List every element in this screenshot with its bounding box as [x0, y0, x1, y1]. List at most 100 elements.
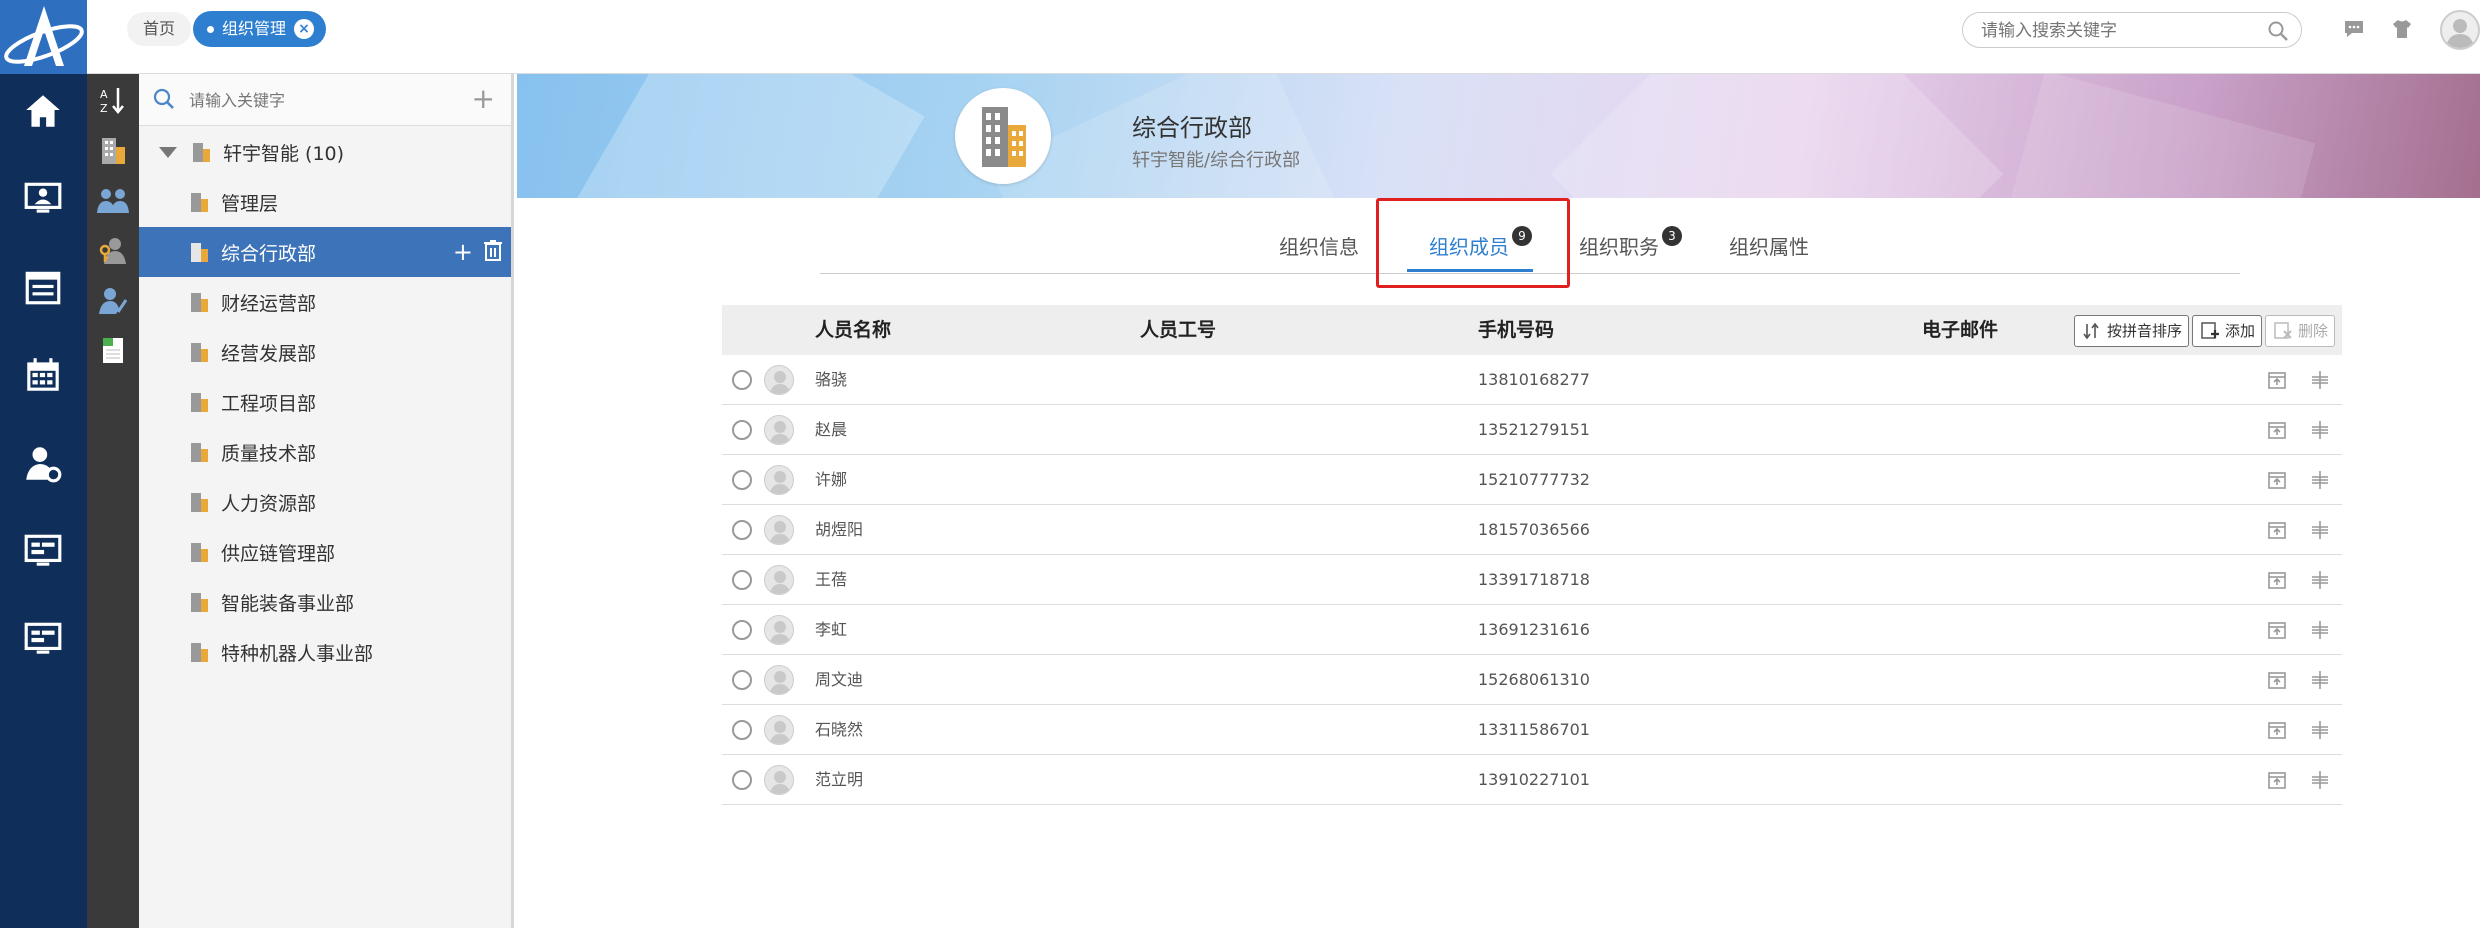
- transfer-icon[interactable]: [2266, 469, 2288, 491]
- transfer-icon[interactable]: [2266, 619, 2288, 641]
- tab-org-info[interactable]: 组织信息: [1279, 226, 1359, 274]
- tree-node[interactable]: 质量技术部: [139, 427, 511, 477]
- sort-pinyin-button[interactable]: 按拼音排序: [2074, 315, 2190, 347]
- tree-node[interactable]: 智能装备事业部: [139, 577, 511, 627]
- table-row[interactable]: 范立明 13910227101: [722, 755, 2342, 805]
- user-settings-icon[interactable]: [18, 440, 68, 486]
- tree-node-label: 经营发展部: [221, 342, 317, 365]
- transfer-icon[interactable]: [2266, 569, 2288, 591]
- tree-node[interactable]: 供应链管理部: [139, 527, 511, 577]
- calendar-icon[interactable]: [18, 352, 68, 398]
- drag-handle-icon[interactable]: [2309, 719, 2331, 741]
- tree-node-label: 财经运营部: [221, 292, 317, 315]
- schedule-list-icon[interactable]: [18, 264, 68, 310]
- monitor-report-icon[interactable]: [18, 616, 68, 662]
- avatar: [764, 715, 794, 745]
- user-avatar[interactable]: [2440, 10, 2480, 50]
- row-select-radio[interactable]: [732, 720, 752, 740]
- table-row[interactable]: 李虹 13691231616: [722, 605, 2342, 655]
- search-icon[interactable]: [151, 86, 177, 112]
- add-org-button[interactable]: +: [472, 84, 495, 114]
- transfer-icon[interactable]: [2266, 719, 2288, 741]
- tree-node[interactable]: 人力资源部: [139, 477, 511, 527]
- row-select-radio[interactable]: [732, 520, 752, 540]
- member-name: 范立明: [815, 770, 864, 789]
- transfer-icon[interactable]: [2266, 519, 2288, 541]
- user-key-icon[interactable]: [93, 230, 133, 270]
- tree-node-label: 人力资源部: [221, 492, 317, 515]
- user-screen-icon[interactable]: [18, 176, 68, 222]
- table-row[interactable]: 石晓然 13311586701: [722, 705, 2342, 755]
- tab-org-management[interactable]: 组织管理 ×: [193, 11, 327, 47]
- tree-search-input[interactable]: [189, 88, 459, 112]
- members-table-header: 人员名称 人员工号 手机号码 电子邮件 按拼音排序 添加 删除: [722, 305, 2342, 355]
- member-phone: 13691231616: [1478, 620, 1590, 639]
- row-select-radio[interactable]: [732, 420, 752, 440]
- row-select-radio[interactable]: [732, 770, 752, 790]
- table-row[interactable]: 骆骁 13810168277: [722, 355, 2342, 405]
- tree-node[interactable]: 综合行政部 +: [139, 227, 511, 277]
- member-name: 赵晨: [815, 420, 848, 439]
- tree-node[interactable]: 工程项目部: [139, 377, 511, 427]
- table-row[interactable]: 赵晨 13521279151: [722, 405, 2342, 455]
- skin-shirt-icon[interactable]: [2387, 14, 2417, 44]
- drag-handle-icon[interactable]: [2309, 519, 2331, 541]
- avatar: [764, 665, 794, 695]
- table-row[interactable]: 胡煜阳 18157036566: [722, 505, 2342, 555]
- tree-node[interactable]: 管理层: [139, 177, 511, 227]
- home-icon[interactable]: [18, 88, 68, 134]
- spreadsheet-icon[interactable]: [93, 330, 133, 370]
- row-select-radio[interactable]: [732, 470, 752, 490]
- tree-node[interactable]: 经营发展部: [139, 327, 511, 377]
- add-child-button[interactable]: +: [453, 239, 473, 266]
- member-name: 李虹: [815, 620, 848, 639]
- tree-node[interactable]: 财经运营部: [139, 277, 511, 327]
- building-icon: [191, 493, 208, 512]
- building-icon[interactable]: [93, 130, 133, 170]
- member-name: 王蓓: [815, 570, 848, 589]
- drag-handle-icon[interactable]: [2309, 669, 2331, 691]
- drag-handle-icon[interactable]: [2309, 619, 2331, 641]
- drag-handle-icon[interactable]: [2309, 419, 2331, 441]
- table-row[interactable]: 周文迪 15268061310: [722, 655, 2342, 705]
- transfer-icon[interactable]: [2266, 669, 2288, 691]
- user-edit-icon[interactable]: [93, 280, 133, 320]
- transfer-icon[interactable]: [2266, 769, 2288, 791]
- caret-down-icon[interactable]: [159, 146, 177, 158]
- search-icon[interactable]: [2267, 20, 2289, 42]
- global-search-input[interactable]: [1981, 20, 2261, 42]
- tree-node-label: 智能装备事业部: [221, 592, 355, 615]
- monitor-dashboard-icon[interactable]: [18, 528, 68, 574]
- add-member-button[interactable]: 添加: [2192, 315, 2263, 347]
- sort-az-icon[interactable]: AZ: [93, 80, 133, 120]
- group-users-icon[interactable]: [93, 180, 133, 220]
- tree-node[interactable]: 特种机器人事业部: [139, 627, 511, 677]
- drag-handle-icon[interactable]: [2309, 569, 2331, 591]
- row-select-radio[interactable]: [732, 570, 752, 590]
- transfer-icon[interactable]: [2266, 419, 2288, 441]
- building-icon: [191, 343, 208, 362]
- drag-handle-icon[interactable]: [2309, 469, 2331, 491]
- tree-root-node[interactable]: 轩宇智能 (10): [139, 127, 511, 177]
- row-select-radio[interactable]: [732, 620, 752, 640]
- drag-handle-icon[interactable]: [2309, 369, 2331, 391]
- drag-handle-icon[interactable]: [2309, 769, 2331, 791]
- tab-org-attributes[interactable]: 组织属性: [1729, 226, 1809, 274]
- transfer-icon[interactable]: [2266, 369, 2288, 391]
- tree-root-label: 轩宇智能 (10): [223, 142, 345, 165]
- building-icon: [191, 543, 208, 562]
- delete-member-button[interactable]: 删除: [2265, 315, 2336, 347]
- tab-home[interactable]: 首页: [127, 12, 192, 46]
- tab-org-duties[interactable]: 组织职务: [1579, 226, 1659, 274]
- tree-node-label: 管理层: [221, 192, 279, 215]
- table-row[interactable]: 许娜 15210777732: [722, 455, 2342, 505]
- close-icon[interactable]: ×: [294, 19, 315, 39]
- table-row[interactable]: 王蓓 13391718718: [722, 555, 2342, 605]
- row-select-radio[interactable]: [732, 370, 752, 390]
- col-email-header: 电子邮件: [1922, 319, 1999, 341]
- message-icon[interactable]: [2339, 14, 2369, 44]
- add-member-label: 添加: [2225, 322, 2256, 340]
- row-select-radio[interactable]: [732, 670, 752, 690]
- app-logo[interactable]: [0, 0, 87, 74]
- delete-icon[interactable]: [483, 239, 503, 266]
